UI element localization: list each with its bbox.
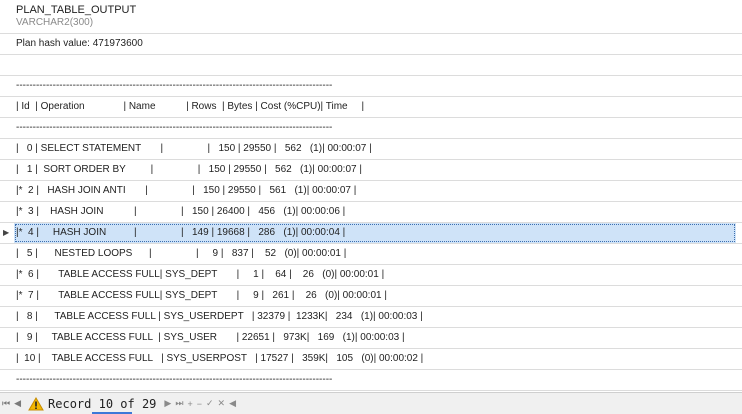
- table-cell[interactable]: Plan hash value: 471973600: [16, 38, 143, 49]
- table-cell[interactable]: |* 2 | HASH JOIN ANTI | | 150 | 29550 | …: [16, 185, 356, 196]
- table-row[interactable]: |* 6 | TABLE ACCESS FULL| SYS_DEPT | 1 |…: [0, 265, 742, 286]
- last-record-button[interactable]: ⏭: [175, 398, 183, 409]
- table-cell[interactable]: |* 7 | TABLE ACCESS FULL| SYS_DEPT | 9 |…: [16, 290, 387, 301]
- result-grid: PLAN_TABLE_OUTPUT VARCHAR2(300) Plan has…: [0, 0, 742, 412]
- table-cell[interactable]: | 5 | NESTED LOOPS | | 9 | 837 | 52 (0)|…: [16, 248, 346, 259]
- table-row[interactable]: ----------------------------------------…: [0, 118, 742, 139]
- table-cell[interactable]: ----------------------------------------…: [16, 80, 332, 91]
- table-row[interactable]: | 10 | TABLE ACCESS FULL | SYS_USERPOST …: [0, 349, 742, 370]
- current-row-indicator-icon: ▶: [3, 228, 10, 237]
- table-cell[interactable]: |* 6 | TABLE ACCESS FULL| SYS_DEPT | 1 |…: [16, 269, 384, 280]
- table-cell[interactable]: | Id | Operation | Name | Rows | Bytes |…: [16, 101, 364, 112]
- table-row[interactable]: |* 7 | TABLE ACCESS FULL| SYS_DEPT | 9 |…: [0, 286, 742, 307]
- table-cell[interactable]: |* 4 | HASH JOIN | | 149 | 19668 | 286 (…: [14, 223, 736, 243]
- add-record-button[interactable]: +: [187, 399, 192, 409]
- table-row[interactable]: |* 2 | HASH JOIN ANTI | | 150 | 29550 | …: [0, 181, 742, 202]
- table-row[interactable]: [0, 55, 742, 76]
- column-type: VARCHAR2(300): [16, 17, 94, 28]
- table-row[interactable]: | 1 | SORT ORDER BY | | 150 | 29550 | 56…: [0, 160, 742, 181]
- table-row[interactable]: |* 3 | HASH JOIN | | 150 | 26400 | 456 (…: [0, 202, 742, 223]
- table-cell[interactable]: ----------------------------------------…: [16, 122, 332, 133]
- table-cell[interactable]: |* 3 | HASH JOIN | | 150 | 26400 | 456 (…: [16, 206, 345, 217]
- first-record-button[interactable]: ⏮: [2, 398, 11, 409]
- cancel-edit-button[interactable]: ✕: [218, 398, 226, 409]
- warning-icon: [28, 396, 44, 410]
- table-row[interactable]: | Id | Operation | Name | Rows | Bytes |…: [0, 97, 742, 118]
- table-row[interactable]: | 9 | TABLE ACCESS FULL | SYS_USER | 226…: [0, 328, 742, 349]
- table-cell[interactable]: | 1 | SORT ORDER BY | | 150 | 29550 | 56…: [16, 164, 362, 175]
- table-row[interactable]: ----------------------------------------…: [0, 76, 742, 97]
- post-edit-button[interactable]: ✓: [206, 398, 214, 409]
- record-counter: Record 10 of 29: [48, 396, 157, 411]
- prev-record-button[interactable]: ◀: [14, 398, 22, 409]
- delete-record-button[interactable]: −: [197, 399, 202, 409]
- table-cell[interactable]: ----------------------------------------…: [16, 374, 332, 385]
- table-row[interactable]: | 0 | SELECT STATEMENT | | 150 | 29550 |…: [0, 139, 742, 160]
- column-name: PLAN_TABLE_OUTPUT: [16, 4, 137, 16]
- table-row[interactable]: Plan hash value: 471973600: [0, 34, 742, 55]
- table-cell[interactable]: | 0 | SELECT STATEMENT | | 150 | 29550 |…: [16, 143, 372, 154]
- column-header[interactable]: PLAN_TABLE_OUTPUT VARCHAR2(300): [0, 0, 742, 34]
- table-cell[interactable]: | 10 | TABLE ACCESS FULL | SYS_USERPOST …: [16, 353, 423, 364]
- table-cell[interactable]: | 9 | TABLE ACCESS FULL | SYS_USER | 226…: [16, 332, 405, 343]
- status-bar: ⏮ ◀ Record 10 of 29 ▶ ⏭ + − ✓ ✕ ◀: [0, 392, 742, 414]
- table-row[interactable]: | 8 | TABLE ACCESS FULL | SYS_USERDEPT |…: [0, 307, 742, 328]
- table-row[interactable]: | 5 | NESTED LOOPS | | 9 | 837 | 52 (0)|…: [0, 244, 742, 265]
- table-row[interactable]: ----------------------------------------…: [0, 370, 742, 391]
- table-cell[interactable]: | 8 | TABLE ACCESS FULL | SYS_USERDEPT |…: [16, 311, 423, 322]
- grid-rows: Plan hash value: 471973600 --------------…: [0, 34, 742, 412]
- scroll-left-button[interactable]: ◀: [229, 398, 236, 409]
- next-record-button[interactable]: ▶: [164, 398, 171, 409]
- table-row[interactable]: ▶ |* 4 | HASH JOIN | | 149 | 19668 | 286 …: [0, 223, 742, 244]
